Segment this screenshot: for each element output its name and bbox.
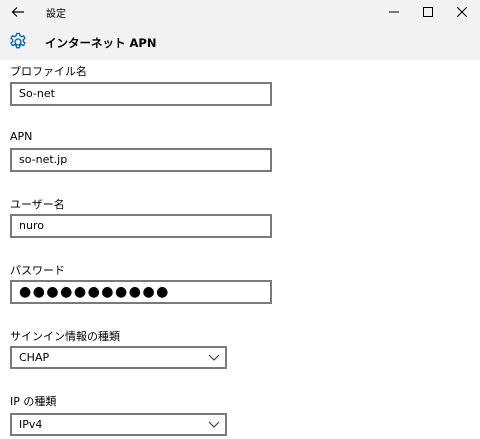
ip-type-label: IP の種類 bbox=[10, 395, 57, 408]
signin-type-value: CHAP bbox=[19, 351, 50, 364]
chevron-down-icon bbox=[208, 354, 220, 361]
title-bar: 設定 bbox=[0, 0, 480, 24]
maximize-icon bbox=[423, 7, 433, 17]
ip-type-value: IPv4 bbox=[19, 418, 43, 431]
maximize-button[interactable] bbox=[411, 0, 445, 24]
profile-name-label: プロファイル名 bbox=[10, 65, 87, 78]
window-title: 設定 bbox=[46, 9, 66, 20]
back-button[interactable] bbox=[6, 2, 30, 22]
apn-input[interactable]: so-net.jp bbox=[10, 148, 272, 172]
password-input[interactable]: ●●●●●●●●●●● bbox=[10, 280, 272, 304]
password-label: パスワード bbox=[10, 264, 65, 277]
back-arrow-icon bbox=[11, 7, 24, 17]
page-header: インターネット APN bbox=[0, 24, 480, 60]
chevron-down-icon bbox=[208, 421, 220, 428]
username-input[interactable]: nuro bbox=[10, 214, 272, 238]
close-icon bbox=[457, 7, 467, 17]
close-button[interactable] bbox=[445, 0, 479, 24]
username-label: ユーザー名 bbox=[10, 198, 65, 211]
ip-type-select[interactable]: IPv4 bbox=[10, 413, 227, 436]
apn-label: APN bbox=[10, 130, 33, 143]
page-title: インターネット APN bbox=[45, 36, 157, 50]
signin-type-select[interactable]: CHAP bbox=[10, 346, 227, 369]
gear-icon bbox=[10, 32, 26, 49]
minimize-icon bbox=[389, 11, 399, 13]
profile-name-input[interactable]: So-net bbox=[10, 82, 272, 106]
signin-type-label: サインイン情報の種類 bbox=[10, 330, 120, 343]
minimize-button[interactable] bbox=[377, 0, 411, 24]
